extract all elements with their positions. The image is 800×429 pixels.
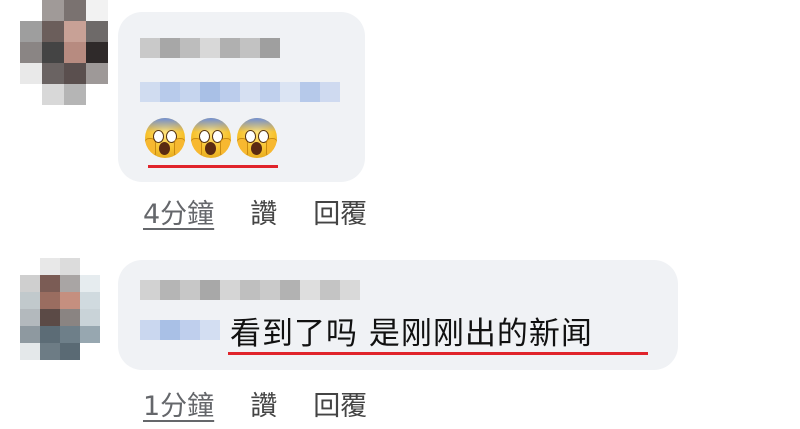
author-name-obscured[interactable] <box>140 280 360 300</box>
comment-text: 看到了吗 是刚刚出的新闻 <box>230 316 593 352</box>
screaming-face-icon <box>191 118 231 158</box>
comment-item: 看到了吗 是刚刚出的新闻 1分鐘 讚 回覆 <box>0 236 800 429</box>
comment-actions: 1分鐘 讚 回覆 <box>143 384 367 423</box>
tagged-name-obscured[interactable] <box>140 82 340 102</box>
screaming-face-icon <box>145 118 185 158</box>
like-button[interactable]: 讚 <box>250 384 277 423</box>
timestamp-link[interactable]: 1分鐘 <box>143 384 214 423</box>
red-underline-annotation <box>228 352 648 355</box>
timestamp-link[interactable]: 4分鐘 <box>143 192 214 231</box>
author-name-obscured[interactable] <box>140 38 280 58</box>
like-button[interactable]: 讚 <box>250 192 277 231</box>
tagged-name-obscured[interactable] <box>140 320 220 340</box>
reaction-emojis <box>145 118 277 158</box>
avatar[interactable] <box>20 258 100 360</box>
reply-button[interactable]: 回覆 <box>313 384 367 423</box>
reply-button[interactable]: 回覆 <box>313 192 367 231</box>
avatar[interactable] <box>20 0 108 105</box>
comment-item: 4分鐘 讚 回覆 <box>0 0 800 235</box>
screaming-face-icon <box>237 118 277 158</box>
red-underline-annotation <box>148 165 278 168</box>
comment-actions: 4分鐘 讚 回覆 <box>143 192 367 231</box>
